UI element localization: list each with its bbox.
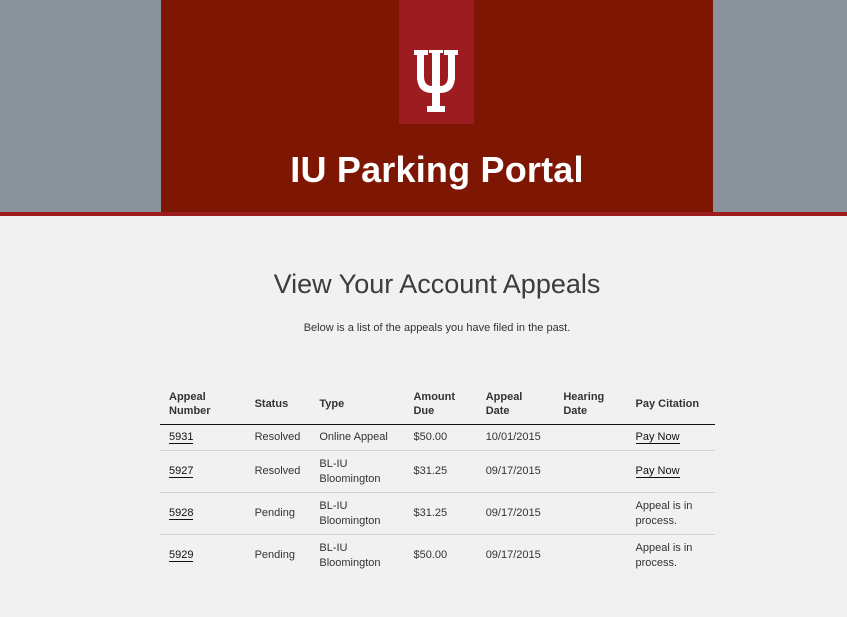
header-divider bbox=[0, 212, 847, 216]
pay-now-link[interactable]: Pay Now bbox=[635, 465, 680, 478]
status-cell: Resolved bbox=[245, 424, 311, 451]
table-row: 5929 Pending BL-IU Bloomington $50.00 09… bbox=[160, 535, 715, 577]
amount-due-cell: $31.25 bbox=[404, 450, 477, 493]
logo-tab bbox=[399, 0, 474, 124]
type-cell: BL-IU Bloomington bbox=[319, 541, 381, 569]
hearing-date-cell bbox=[554, 492, 627, 535]
column-header-hearing-date: Hearing Date bbox=[554, 384, 627, 425]
status-cell: Pending bbox=[245, 492, 311, 535]
amount-due-cell: $31.25 bbox=[404, 492, 477, 535]
type-cell: BL-IU Bloomington bbox=[310, 450, 405, 493]
appeal-number-cell: 5928 bbox=[160, 492, 246, 535]
appeal-date-cell: 09/17/2015 bbox=[476, 492, 555, 535]
page-title: View Your Account Appeals bbox=[273, 269, 601, 299]
type-cell: Online Appeal bbox=[310, 424, 405, 451]
table-header-row: Appeal Number Status Type Amount Due App… bbox=[160, 384, 715, 425]
table-row: 5931 Resolved Online Appeal $50.00 10/01… bbox=[160, 424, 715, 451]
appeal-date-cell: 10/01/2015 bbox=[476, 424, 555, 451]
pay-citation-status: Appeal is in process. bbox=[626, 492, 715, 535]
amount-due-cell: $50.00 bbox=[413, 549, 448, 561]
pay-citation-status: Appeal is in process. bbox=[635, 541, 693, 569]
hearing-date-cell bbox=[554, 535, 626, 577]
hearing-date-cell bbox=[554, 450, 627, 493]
appeal-number-link[interactable]: 5927 bbox=[169, 465, 194, 478]
appeal-number-cell: 5929 bbox=[160, 535, 246, 577]
pay-citation-cell: Pay Now bbox=[626, 450, 715, 493]
type-cell: BL-IU Bloomington bbox=[310, 492, 405, 535]
appeal-number-link[interactable]: 5931 bbox=[169, 431, 194, 444]
appeal-date-cell: 09/17/2015 bbox=[476, 450, 555, 493]
portal-banner: IU Parking Portal bbox=[161, 0, 713, 212]
column-header-amount-due: Amount Due bbox=[404, 384, 477, 425]
status-cell: Pending bbox=[254, 549, 295, 561]
iu-trident-logo bbox=[414, 50, 458, 112]
table-row: 5927 Resolved BL-IU Bloomington $31.25 0… bbox=[160, 450, 715, 493]
hearing-date-cell bbox=[554, 424, 627, 451]
column-header-type: Type bbox=[310, 384, 405, 425]
appeal-number-link[interactable]: 5929 bbox=[169, 549, 194, 562]
appeals-table: Appeal Number Status Type Amount Due App… bbox=[160, 384, 715, 576]
appeal-number-cell: 5931 bbox=[160, 424, 246, 451]
page-subtitle: Below is a list of the appeals you have … bbox=[303, 322, 571, 334]
portal-title: IU Parking Portal bbox=[290, 149, 584, 190]
pay-citation-cell: Pay Now bbox=[626, 424, 715, 451]
amount-due-cell: $50.00 bbox=[404, 424, 477, 451]
column-header-appeal-date: Appeal Date bbox=[476, 384, 555, 425]
column-header-appeal-number: Appeal Number bbox=[160, 384, 246, 425]
appeal-number-link[interactable]: 5928 bbox=[169, 507, 194, 520]
table-row: 5928 Pending BL-IU Bloomington $31.25 09… bbox=[160, 492, 715, 535]
appeal-date-cell: 09/17/2015 bbox=[485, 549, 541, 561]
status-cell: Resolved bbox=[245, 450, 311, 493]
appeal-number-cell: 5927 bbox=[160, 450, 246, 493]
column-header-status: Status bbox=[245, 384, 311, 425]
pay-now-link[interactable]: Pay Now bbox=[635, 431, 680, 444]
column-header-pay-citation: Pay Citation bbox=[626, 384, 715, 425]
